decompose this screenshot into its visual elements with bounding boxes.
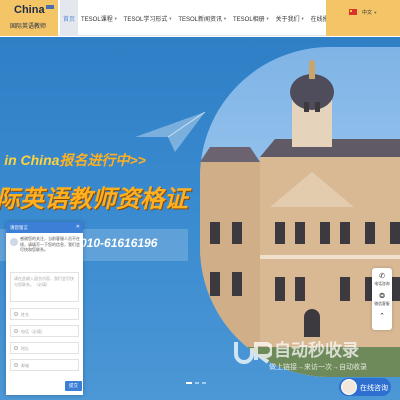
watermark-subtitle: 做上链接→来访一次→自动收录: [269, 364, 367, 371]
castle-illustration: [200, 60, 400, 377]
nav-label: TESOL相册: [232, 16, 265, 23]
site-header: China 国际英语教师 首页 TESOL课程 ▼ TESOL学习形式 ▼ TESO…: [0, 0, 400, 36]
watermark-logo-icon: [234, 342, 272, 364]
nav-home[interactable]: 首页: [60, 0, 79, 36]
chat-message: 感谢您的关注，当前客服人员不在线，请填写一下您的信息，我们会尽快和您联系。: [20, 236, 80, 252]
phone-icon: [14, 329, 18, 333]
logo-text: China: [14, 4, 45, 16]
china-flag-icon: [349, 9, 357, 15]
email-icon: [14, 363, 18, 367]
logo-badge: [46, 5, 54, 9]
agent-avatar: [10, 238, 18, 246]
nav-about-us[interactable]: 关于我们 ▼: [273, 0, 308, 36]
wechat-icon: ❂: [379, 293, 385, 300]
side-label: 电话咨询: [374, 282, 390, 286]
chevron-down-icon: ▼: [373, 10, 378, 15]
carousel-dot[interactable]: [195, 382, 199, 384]
nav-label: 首页: [63, 16, 76, 23]
site-logo[interactable]: China 国际英语教师: [0, 0, 58, 36]
carousel-indicators: [186, 382, 206, 384]
carousel-dot[interactable]: [202, 382, 206, 384]
logo-subtitle: 国际英语教师: [10, 24, 47, 30]
name-field[interactable]: 姓名: [10, 308, 79, 320]
field-placeholder: 电话（必填）: [21, 329, 45, 334]
watermark-title: 自动秒收录: [274, 341, 359, 360]
main-nav: 首页 TESOL课程 ▼ TESOL学习形式 ▼ TESOL新闻资讯 ▼ TESOL相…: [60, 0, 332, 36]
phone-consult-button[interactable]: ✆ 电话咨询: [372, 270, 392, 290]
location-icon: [14, 346, 18, 350]
hero-headline-part2: 报名进行中>>: [59, 152, 146, 168]
wechat-service-button[interactable]: ❂ 微信客服: [372, 290, 392, 310]
nav-tesol-album[interactable]: TESOL相册 ▼: [230, 0, 273, 36]
email-field[interactable]: 邮箱: [10, 359, 79, 371]
nav-label: 关于我们: [275, 16, 300, 23]
chevron-down-icon: ▼: [168, 15, 173, 21]
hero-phone[interactable]: 010-61616196: [80, 236, 157, 250]
hero-headline-part1: L in China: [0, 152, 60, 168]
leave-message-panel: 请您留言 ✕ 感谢您的关注，当前客服人员不在线，请填写一下您的信息，我们会尽快和…: [6, 222, 83, 395]
nav-tesol-courses[interactable]: TESOL课程 ▼: [78, 0, 121, 36]
message-textarea[interactable]: 请在此输入留言内容，我们会尽快与您联系。（必填）: [10, 272, 79, 302]
side-toolbar: ✆ 电话咨询 ❂ 微信客服 ⌃: [372, 268, 392, 330]
chevron-down-icon: ▼: [265, 15, 270, 21]
language-switcher[interactable]: 中文 ▼: [326, 0, 400, 36]
submit-button[interactable]: 提交: [65, 381, 82, 391]
field-placeholder: 姓名: [21, 312, 29, 317]
hero-title: 际英语教师资格证: [0, 186, 188, 213]
nav-tesol-news[interactable]: TESOL新闻资讯 ▼: [175, 0, 230, 36]
field-placeholder: 邮箱: [21, 363, 29, 368]
agent-avatar: [341, 379, 357, 395]
side-label: 微信客服: [374, 302, 390, 306]
watermark: 自动秒收录 做上链接→来访一次→自动收录: [232, 334, 382, 380]
nav-tesol-study-format[interactable]: TESOL学习形式 ▼: [121, 0, 176, 36]
nav-label: TESOL课程: [81, 16, 113, 23]
arrow-up-icon: ⌃: [379, 313, 385, 320]
consult-label: 在线咨询: [360, 385, 388, 392]
chevron-down-icon: ▼: [300, 15, 305, 21]
field-placeholder: 地址: [21, 346, 29, 351]
language-label: 中文 ▼: [362, 9, 377, 16]
nav-label: TESOL学习形式: [123, 16, 168, 23]
close-icon[interactable]: ✕: [76, 224, 80, 230]
hero-headline: L in China报名进行中>>: [0, 150, 146, 170]
nav-label: TESOL新闻资讯: [178, 16, 223, 23]
language-text: 中文: [362, 10, 373, 16]
online-consult-button[interactable]: 在线咨询: [339, 378, 391, 396]
chevron-down-icon: ▼: [223, 15, 227, 21]
carousel-dot[interactable]: [186, 382, 192, 384]
back-to-top-button[interactable]: ⌃: [372, 310, 392, 330]
chat-title: 请您留言: [10, 224, 28, 230]
user-icon: [14, 312, 18, 316]
chevron-down-icon: ▼: [113, 15, 118, 21]
chat-header: 请您留言 ✕: [6, 222, 83, 233]
address-field[interactable]: 地址: [10, 342, 79, 354]
phone-icon: ✆: [379, 273, 385, 280]
phone-field[interactable]: 电话（必填）: [10, 325, 79, 337]
castle-image: [200, 47, 400, 377]
